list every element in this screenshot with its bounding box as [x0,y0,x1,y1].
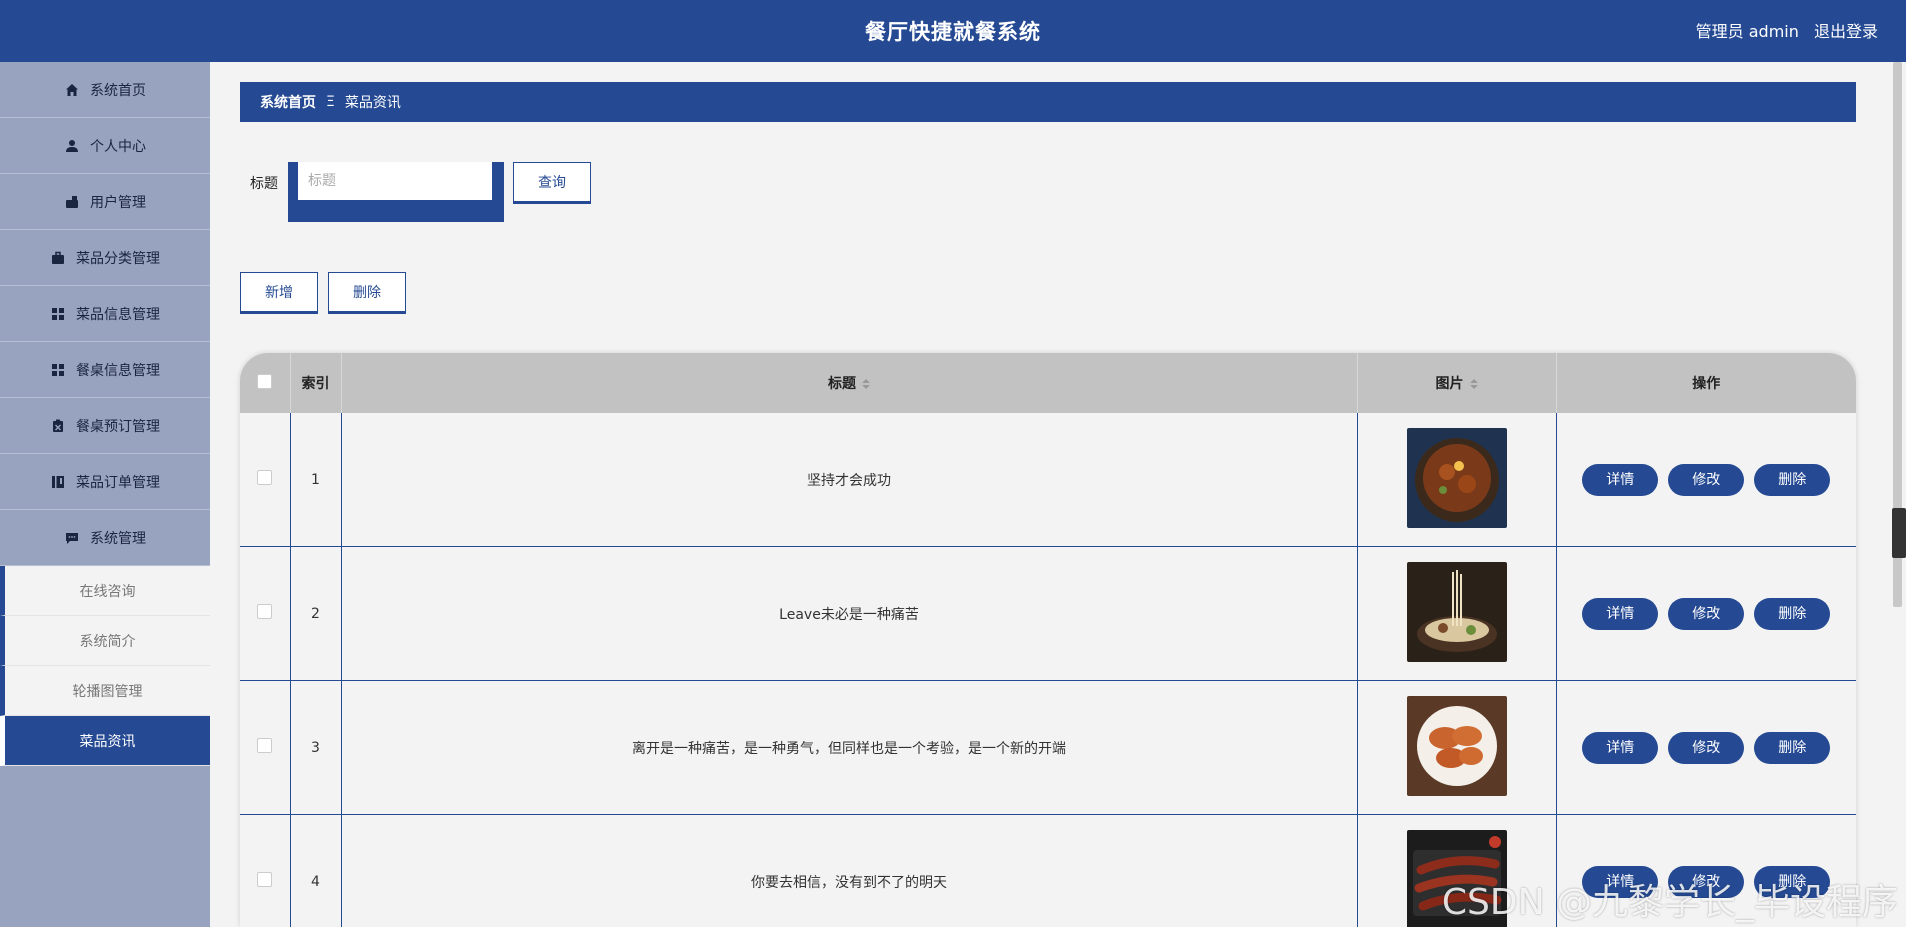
row-checkbox[interactable] [257,872,273,887]
user-icon [64,138,80,154]
grid-icon [50,306,66,322]
sidebar-item-table-booking[interactable]: 餐桌预订管理 [0,398,210,454]
column-header-title[interactable]: 标题 [341,353,1358,413]
add-button[interactable]: 新增 [240,272,318,314]
table-row: 1 坚持才会成功 详情 修改 删除 [240,413,1856,547]
chat-icon [64,530,80,546]
row-index: 2 [290,546,342,681]
dish-image-chicken [1406,695,1507,796]
dish-image-noodles [1406,561,1507,662]
sidebar-item-table-info[interactable]: 餐桌信息管理 [0,342,210,398]
sidebar-item-label: 个人中心 [90,138,146,155]
detail-button[interactable]: 详情 [1582,463,1659,496]
delete-button[interactable]: 删除 [328,272,406,314]
sort-icon[interactable] [1469,379,1478,389]
row-index: 4 [290,814,342,927]
app-title: 餐厅快捷就餐系统 [865,20,1041,44]
row-delete-button[interactable]: 删除 [1754,463,1831,496]
dish-image-clay-pot [1406,427,1507,528]
sidebar-item-dish-info[interactable]: 菜品信息管理 [0,286,210,342]
breadcrumb-home[interactable]: 系统首页 [260,92,316,112]
sidebar-item-dish-orders[interactable]: 菜品订单管理 [0,454,210,510]
column-header-image[interactable]: 图片 [1357,353,1557,413]
select-all-checkbox[interactable] [257,373,273,389]
detail-button[interactable]: 详情 [1582,731,1659,764]
row-title: 你要去相信，没有到不了的明天 [341,814,1358,927]
search-box [288,162,504,222]
sidebar-item-users[interactable]: 用户管理 [0,174,210,230]
edit-button[interactable]: 修改 [1668,597,1745,630]
edit-button[interactable]: 修改 [1668,731,1745,764]
sidebar-item-label: 菜品订单管理 [76,474,160,491]
column-header-image-label: 图片 [1435,376,1464,392]
row-delete-button[interactable]: 删除 [1754,597,1831,630]
column-header-index: 索引 [290,353,342,413]
sidebar-item-label: 菜品分类管理 [76,250,160,267]
book-icon [50,474,66,490]
row-checkbox[interactable] [257,470,273,485]
grid-icon [50,362,66,378]
sidebar-item-system[interactable]: 系统管理 [0,510,210,566]
breadcrumb-separator-icon: Ξ [326,94,335,110]
csdn-watermark: CSDN @九黎学长_毕设程序 [1441,882,1898,923]
admin-label: 管理员 admin [1695,22,1799,41]
table-row: 2 Leave未必是一种痛苦 详情 修改 删除 [240,546,1856,681]
table-header-row: 索引 标题 图片 操作 [240,353,1856,413]
detail-button[interactable]: 详情 [1582,597,1659,630]
row-checkbox[interactable] [257,738,273,753]
edit-button[interactable]: 修改 [1668,463,1745,496]
select-all-cell [240,353,291,413]
row-title: 离开是一种痛苦，是一种勇气，但同样也是一个考验，是一个新的开端 [341,680,1358,815]
search-input[interactable] [298,162,492,200]
breadcrumb: 系统首页 Ξ 菜品资讯 [240,82,1856,122]
table-row: 3 离开是一种痛苦，是一种勇气，但同样也是一个考验，是一个新的开端 详情 修改 删除 [240,680,1856,815]
data-table: 索引 标题 图片 操作 1 坚持才会成功 详情 修改 删除 2 Leave未必是… [240,353,1856,927]
submenu-item-carousel[interactable]: 轮播图管理 [0,666,210,716]
sidebar-item-profile[interactable]: 个人中心 [0,118,210,174]
top-header: 餐厅快捷就餐系统 管理员 admin 退出登录 [0,0,1906,62]
page-scrollbar[interactable] [1888,62,1906,927]
row-index: 3 [290,680,342,815]
sidebar-item-label: 餐桌信息管理 [76,362,160,379]
search-label: 标题 [250,176,278,192]
sidebar-item-label: 餐桌预订管理 [76,418,160,435]
row-checkbox[interactable] [257,604,273,619]
sidebar-item-label: 系统首页 [90,82,146,99]
sidebar-item-home[interactable]: 系统首页 [0,62,210,118]
briefcase-icon [50,250,66,266]
sidebar: 系统首页 个人中心 用户管理 菜品分类管理 菜品信息管理 餐桌信息管理 餐桌预订… [0,62,210,927]
row-title: 坚持才会成功 [341,413,1358,547]
breadcrumb-current: 菜品资讯 [344,95,401,111]
column-header-title-label: 标题 [828,376,856,392]
scrollbar-marker [1892,508,1906,558]
submenu-item-intro[interactable]: 系统简介 [0,616,210,666]
row-index: 1 [290,413,342,547]
submenu-item-consult[interactable]: 在线咨询 [0,566,210,616]
row-delete-button[interactable]: 删除 [1754,731,1831,764]
sidebar-item-label: 系统管理 [90,530,146,547]
sidebar-item-dish-category[interactable]: 菜品分类管理 [0,230,210,286]
clipboard-icon [50,418,66,434]
row-title: Leave未必是一种痛苦 [341,546,1358,681]
search-button[interactable]: 查询 [513,162,591,204]
submenu-item-dish-news[interactable]: 菜品资讯 [0,716,210,766]
column-header-actions: 操作 [1556,353,1856,413]
users-manage-icon [64,194,80,210]
sort-icon[interactable] [862,379,870,389]
sidebar-item-label: 菜品信息管理 [76,306,160,323]
sidebar-item-label: 用户管理 [90,194,146,211]
home-icon [64,82,80,98]
user-area: 管理员 admin 退出登录 [1686,0,1878,64]
logout-link[interactable]: 退出登录 [1814,22,1878,41]
